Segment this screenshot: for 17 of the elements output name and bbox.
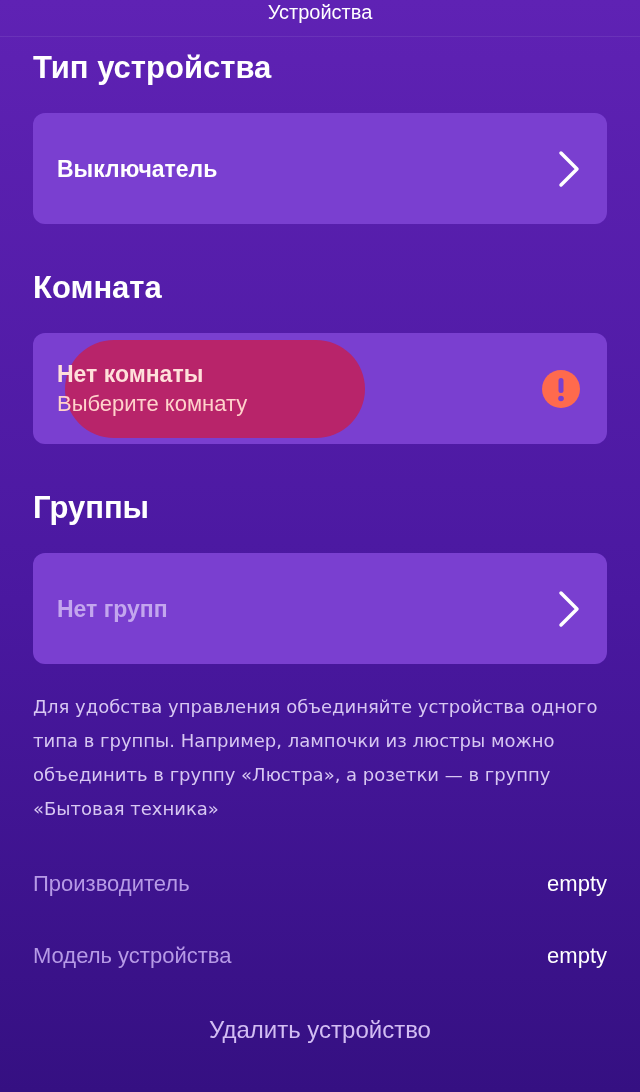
select-card[interactable]: Выключатель (33, 113, 607, 224)
section-title: Тип устройства (33, 49, 273, 87)
help-text: Для удобства управления объединяйте устройства одного типа в группы. Например, лампочки из люстры можно объединить в группу «Люстра», а розетки — в группу «Бытовая техника» (33, 695, 599, 821)
card-label: Нет групп (57, 594, 169, 623)
card-label: Выключатель (57, 154, 219, 183)
detail-value: empty (547, 943, 607, 969)
chevron-icon (557, 148, 581, 189)
delete-button[interactable]: Удалить устройство (197, 1008, 443, 1052)
detail-label: Модель устройства (33, 943, 232, 969)
card-label: Нет комнаты (57, 359, 205, 388)
screen-title: Устройства (267, 0, 373, 24)
detail-label: Производитель (33, 871, 190, 897)
chevron-icon (557, 588, 581, 629)
warning-icon (541, 368, 581, 409)
section-title: Комната (33, 269, 163, 307)
detail-value: empty (547, 871, 607, 897)
section-title: Группы (33, 489, 151, 527)
